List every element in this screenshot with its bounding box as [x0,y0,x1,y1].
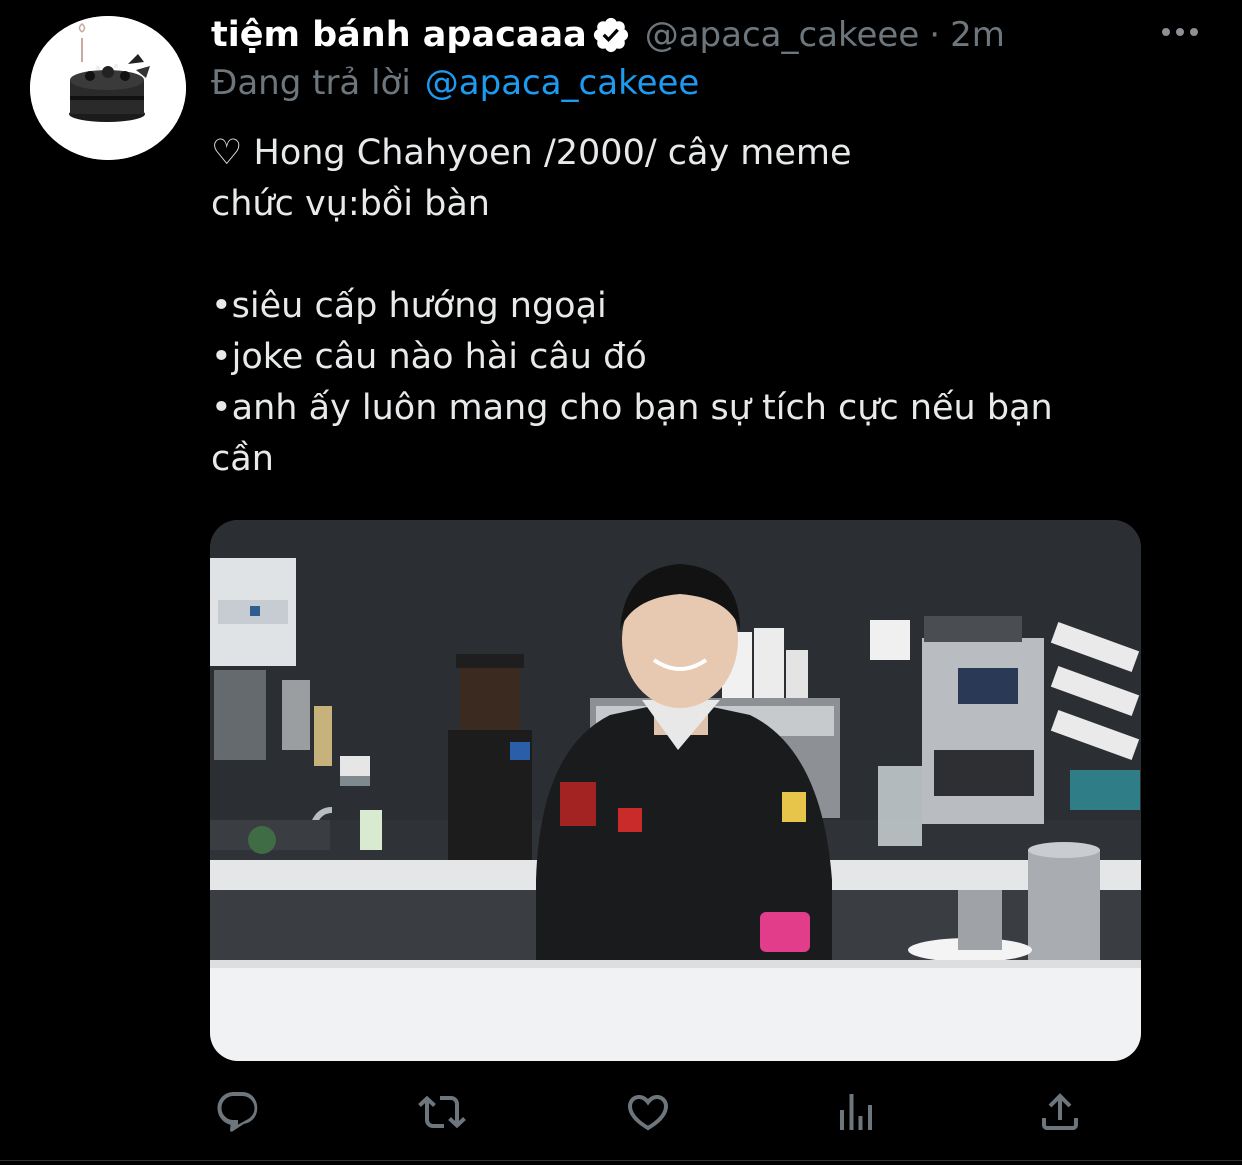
share-icon [1042,1093,1078,1130]
retweet-button[interactable] [412,1080,472,1144]
tweet-timestamp[interactable]: 2m [950,15,1005,55]
cake-avatar-icon [30,16,186,160]
action-bar [0,1080,1242,1144]
more-icon[interactable] [1158,18,1202,46]
tweet-text-line: •joke câu nào hài câu đó [211,337,647,377]
replying-to-label: Đang trả lời [211,63,411,103]
reply-icon [217,1092,258,1132]
tweet-text: ♡ Hong Chahyoen /2000/ cây meme chức vụ:… [211,128,1211,485]
reply-button[interactable] [208,1080,268,1144]
analytics-icon [840,1094,872,1130]
author-display-name[interactable]: tiệm bánh apacaaa [211,15,587,55]
replying-to-mention[interactable]: @apaca_cakeee [425,63,700,103]
replying-to: Đang trả lời @apaca_cakeee [211,60,699,106]
retweet-icon [418,1095,466,1129]
tweet-photo[interactable] [210,520,1141,1061]
tweet-text-line: chức vụ:bồi bàn [211,184,490,224]
share-button[interactable] [1030,1080,1090,1144]
author-avatar[interactable] [30,16,186,160]
tweet-text-line: •siêu cấp hướng ngoại [211,286,607,326]
verified-badge-icon [591,15,631,55]
tweet-header: tiệm bánh apacaaa @apaca_cakeee · 2m [211,10,1005,60]
tweet-text-line [211,230,1211,281]
heart-icon [627,1095,669,1131]
separator-dot: · [929,15,941,55]
tweet[interactable]: tiệm bánh apacaaa @apaca_cakeee · 2m Đan… [0,0,1242,1165]
tweet-text-line: •anh ấy luôn mang cho bạn sự tích cực nế… [211,388,1053,428]
tweet-text-line: ♡ Hong Chahyoen /2000/ cây meme [211,133,852,173]
barista-photo-icon [210,520,1141,1061]
tweet-text-line: cần [211,439,274,479]
author-handle[interactable]: @apaca_cakeee [645,15,920,55]
analytics-button[interactable] [826,1080,886,1144]
divider [0,1160,1242,1161]
like-button[interactable] [618,1080,678,1144]
